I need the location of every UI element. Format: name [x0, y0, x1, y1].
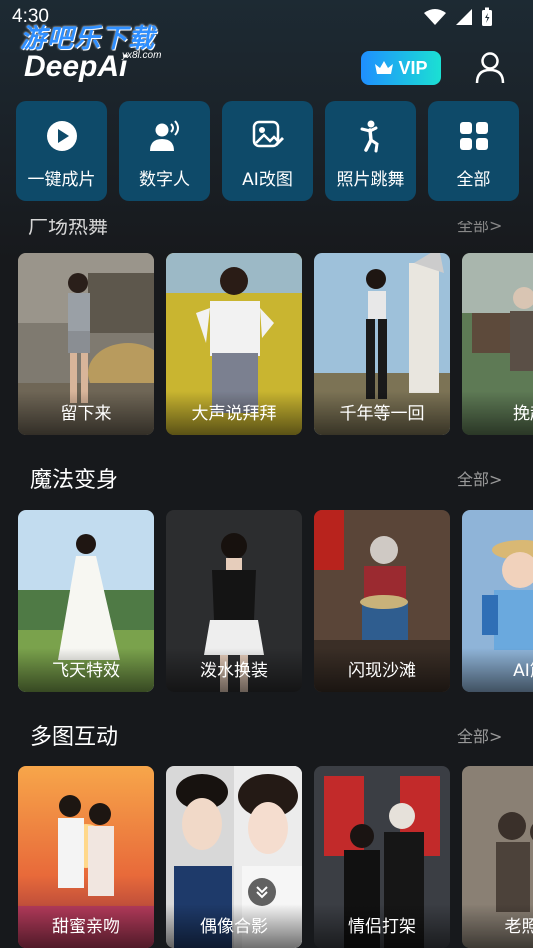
card-label: 飞天特效 [18, 648, 154, 692]
card-row-multi-image: 甜蜜亲吻 偶像合影 情侣打架 老照 [18, 766, 533, 948]
card-label: 大声说拜拜 [166, 391, 302, 435]
quick-action-ai-edit[interactable]: AI改图 [222, 101, 313, 201]
card-label: 情侣打架 [314, 904, 450, 948]
card-label: 闪现沙滩 [314, 648, 450, 692]
quick-action-label: 照片跳舞 [336, 170, 405, 190]
template-card[interactable]: 偶像合影 [166, 766, 302, 948]
quick-action-photo-dance[interactable]: 照片跳舞 [325, 101, 416, 201]
card-label: 挽起 [462, 391, 533, 435]
dance-icon [360, 120, 379, 153]
vip-label: VIP [398, 57, 428, 78]
battery-icon [482, 7, 492, 26]
template-card[interactable]: 千年等一回 [314, 253, 450, 435]
chevron-double-down-icon [256, 886, 268, 899]
card-label: 偶像合影 [166, 904, 302, 948]
card-label: 千年等一回 [314, 391, 450, 435]
section-more-link[interactable]: 全部> [457, 466, 502, 490]
quick-action-all[interactable]: 全部 [428, 101, 519, 201]
quick-actions: 一键成片 数字人 AI改图 照片跳舞 全部 [16, 101, 519, 201]
section-more-link[interactable]: 全部> [457, 723, 502, 747]
expand-button[interactable] [248, 878, 276, 906]
quick-action-label: 一键成片 [27, 170, 96, 190]
template-card[interactable]: 大声说拜拜 [166, 253, 302, 435]
template-card[interactable]: 挽起 [462, 253, 533, 435]
crown-icon [375, 61, 394, 74]
template-card[interactable]: 飞天特效 [18, 510, 154, 692]
watermark-url: yx8l.com [122, 50, 162, 61]
grid-icon [459, 122, 488, 150]
template-card[interactable]: 老照片 [462, 766, 533, 948]
card-label: 留下来 [18, 391, 154, 435]
app-logo: DeepAi [24, 50, 128, 83]
wifi-icon [424, 9, 446, 25]
card-label: 甜蜜亲吻 [18, 904, 154, 948]
template-card[interactable]: AI筋 [462, 510, 533, 692]
profile-button[interactable] [472, 50, 508, 86]
quick-action-one-click-video[interactable]: 一键成片 [16, 101, 107, 201]
quick-action-label: 全部 [456, 170, 491, 190]
template-card[interactable]: 甜蜜亲吻 [18, 766, 154, 948]
image-edit-icon [252, 120, 284, 148]
card-label: AI筋 [462, 648, 533, 692]
section-title-magic-transform: 魔法变身 [30, 468, 119, 493]
digital-human-icon [149, 120, 179, 151]
status-icons [423, 7, 493, 27]
play-circle-icon [46, 121, 77, 151]
quick-action-label: AI改图 [242, 170, 293, 190]
card-row-square-dance: 留下来 大声说拜拜 千年等一回 挽 [18, 253, 533, 435]
quick-action-digital-human[interactable]: 数字人 [119, 101, 210, 201]
template-card[interactable]: 泼水换装 [166, 510, 302, 692]
quick-action-label: 数字人 [139, 170, 190, 190]
card-label: 老照片 [462, 904, 533, 948]
vip-button[interactable]: VIP [361, 51, 441, 85]
signal-icon [456, 9, 472, 25]
user-icon [475, 52, 505, 84]
template-card[interactable]: 闪现沙滩 [314, 510, 450, 692]
card-row-magic-transform: 飞天特效 泼水换装 闪现沙滩 AI [18, 510, 533, 692]
section-title-multi-image: 多图互动 [30, 725, 119, 750]
template-card[interactable]: 留下来 [18, 253, 154, 435]
card-label: 泼水换装 [166, 648, 302, 692]
template-card[interactable]: 情侣打架 [314, 766, 450, 948]
